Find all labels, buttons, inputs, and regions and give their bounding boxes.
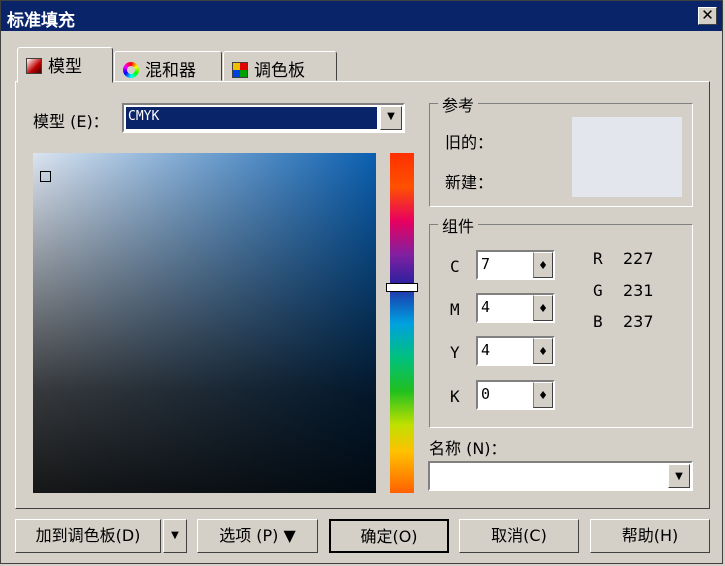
magenta-label: M	[450, 300, 460, 319]
model-icon	[26, 58, 42, 74]
hue-slider-handle[interactable]	[386, 283, 418, 292]
standard-fill-dialog: 标准填充 ✕ 模型 混和器 调色板 模型 (E)： CMYK ▼ 参考 旧的： …	[0, 0, 723, 564]
red-label: R	[593, 249, 603, 268]
blue-value: 237	[623, 312, 654, 331]
spinner-icon[interactable]: ♦	[533, 382, 553, 408]
hue-slider[interactable]	[390, 153, 414, 493]
green-label: G	[593, 281, 603, 300]
spinner-icon[interactable]: ♦	[533, 338, 553, 364]
cancel-button[interactable]: 取消(C)	[459, 519, 579, 553]
cyan-label: C	[450, 257, 460, 276]
palette-grid-icon	[232, 62, 248, 78]
color-picker-area[interactable]	[33, 153, 376, 493]
magenta-value: 4	[481, 298, 491, 316]
tab-label: 模型	[48, 57, 82, 77]
name-select[interactable]: ▼	[428, 461, 693, 491]
black-input[interactable]: 0 ♦	[476, 380, 555, 410]
black-value: 0	[481, 385, 491, 403]
tab-palette[interactable]: 调色板	[223, 51, 337, 81]
tab-model[interactable]: 模型	[17, 47, 113, 83]
model-label: 模型 (E)：	[33, 112, 109, 131]
red-value: 227	[623, 249, 654, 268]
chevron-down-icon[interactable]: ▼	[380, 106, 402, 130]
model-select[interactable]: CMYK ▼	[122, 103, 405, 133]
help-button[interactable]: 帮助(H)	[590, 519, 710, 553]
picker-shade	[33, 153, 376, 493]
cyan-value: 7	[481, 255, 491, 273]
cyan-input[interactable]: 7 ♦	[476, 250, 555, 280]
chevron-down-icon[interactable]: ▼	[668, 464, 690, 488]
close-button[interactable]: ✕	[698, 7, 717, 25]
tab-mixer[interactable]: 混和器	[114, 51, 222, 81]
name-label: 名称 (N)：	[429, 439, 507, 458]
tab-label: 调色板	[254, 61, 305, 81]
black-label: K	[450, 387, 460, 406]
reference-legend: 参考	[438, 92, 479, 116]
old-color-label: 旧的：	[445, 133, 494, 152]
components-legend: 组件	[438, 213, 479, 237]
model-select-value: CMYK	[126, 107, 377, 129]
yellow-input[interactable]: 4 ♦	[476, 336, 555, 366]
color-picker-marker[interactable]	[40, 171, 51, 182]
add-to-palette-dropdown[interactable]: ▼	[163, 519, 187, 553]
magenta-input[interactable]: 4 ♦	[476, 293, 555, 323]
yellow-label: Y	[450, 343, 460, 362]
color-swatch	[572, 117, 682, 197]
ok-button[interactable]: 确定(O)	[329, 519, 449, 553]
spinner-icon[interactable]: ♦	[533, 252, 553, 278]
spinner-icon[interactable]: ♦	[533, 295, 553, 321]
color-wheel-icon	[123, 62, 139, 78]
tab-label: 混和器	[145, 61, 196, 81]
blue-label: B	[593, 312, 603, 331]
new-color-label: 新建：	[445, 173, 494, 192]
options-button[interactable]: 选项 (P) ▼	[197, 519, 318, 553]
window-title: 标准填充	[7, 11, 75, 31]
green-value: 231	[623, 281, 654, 300]
title-bar[interactable]: 标准填充 ✕	[1, 1, 722, 31]
add-to-palette-button[interactable]: 加到调色板(D)	[15, 519, 161, 553]
yellow-value: 4	[481, 341, 491, 359]
